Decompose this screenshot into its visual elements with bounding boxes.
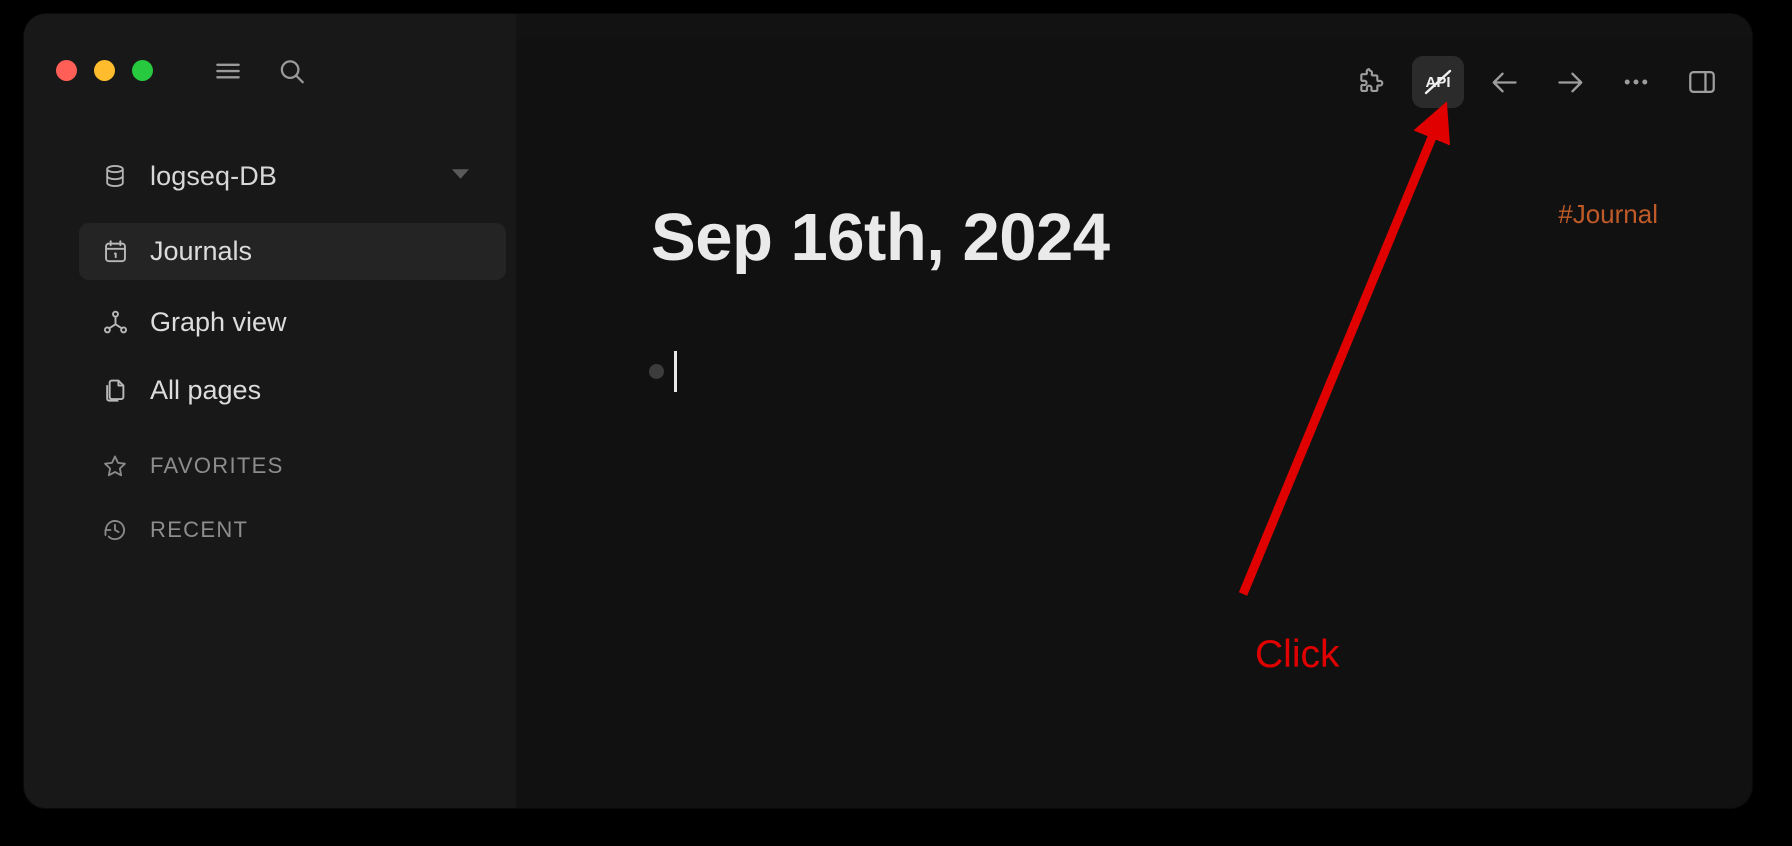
- calendar-icon: [98, 238, 132, 265]
- database-icon: [98, 163, 132, 189]
- pages-icon: [98, 377, 132, 404]
- graph-name-label: logseq-DB: [150, 160, 277, 191]
- sidebar-item-journals[interactable]: Journals: [79, 223, 506, 280]
- chevron-down-icon[interactable]: [451, 167, 470, 185]
- main-content-panel: API: [516, 36, 1752, 808]
- arrow-right-icon[interactable]: [1544, 56, 1596, 108]
- ellipsis-icon[interactable]: [1610, 56, 1662, 108]
- star-icon: [98, 453, 132, 479]
- annotation-label: Click: [1255, 633, 1340, 676]
- sidebar-item-graph-view[interactable]: Graph view: [79, 294, 506, 351]
- page-tag[interactable]: #Journal: [1558, 199, 1658, 230]
- graph-icon: [98, 309, 132, 336]
- graph-selector[interactable]: logseq-DB: [79, 147, 506, 205]
- menu-icon[interactable]: [213, 56, 243, 86]
- sidebar-item-recent[interactable]: RECENT: [79, 501, 506, 558]
- sidebar-item-label: RECENT: [150, 516, 249, 542]
- api-disabled-icon[interactable]: API: [1412, 56, 1464, 108]
- sidebar-item-all-pages[interactable]: All pages: [79, 362, 506, 419]
- text-caret: [674, 351, 677, 392]
- sidebar: logseq-DB Journals Graph view All pages …: [24, 14, 516, 808]
- sidebar-item-favorites[interactable]: FAVORITES: [79, 437, 506, 494]
- puzzle-icon[interactable]: [1346, 56, 1398, 108]
- screenshot-root: logseq-DB Journals Graph view All pages …: [0, 0, 1792, 846]
- app-window: logseq-DB Journals Graph view All pages …: [24, 14, 1752, 808]
- maximize-window-button[interactable]: [132, 60, 153, 81]
- history-icon: [98, 517, 132, 543]
- sidebar-titlebar-tools: [213, 56, 307, 86]
- sidebar-right-icon[interactable]: [1676, 56, 1728, 108]
- minimize-window-button[interactable]: [94, 60, 115, 81]
- block-bullet[interactable]: [649, 364, 664, 379]
- sidebar-item-label: All pages: [150, 375, 262, 405]
- close-window-button[interactable]: [56, 60, 77, 81]
- sidebar-item-label: Journals: [150, 236, 253, 266]
- arrow-left-icon[interactable]: [1478, 56, 1530, 108]
- journal-block-row[interactable]: [649, 351, 677, 392]
- page-title: Sep 16th, 2024: [651, 200, 1110, 275]
- sidebar-item-label: FAVORITES: [150, 452, 284, 478]
- search-icon[interactable]: [277, 56, 307, 86]
- sidebar-item-label: Graph view: [150, 307, 287, 337]
- main-toolbar: API: [1346, 56, 1728, 108]
- window-traffic-lights: [56, 60, 153, 81]
